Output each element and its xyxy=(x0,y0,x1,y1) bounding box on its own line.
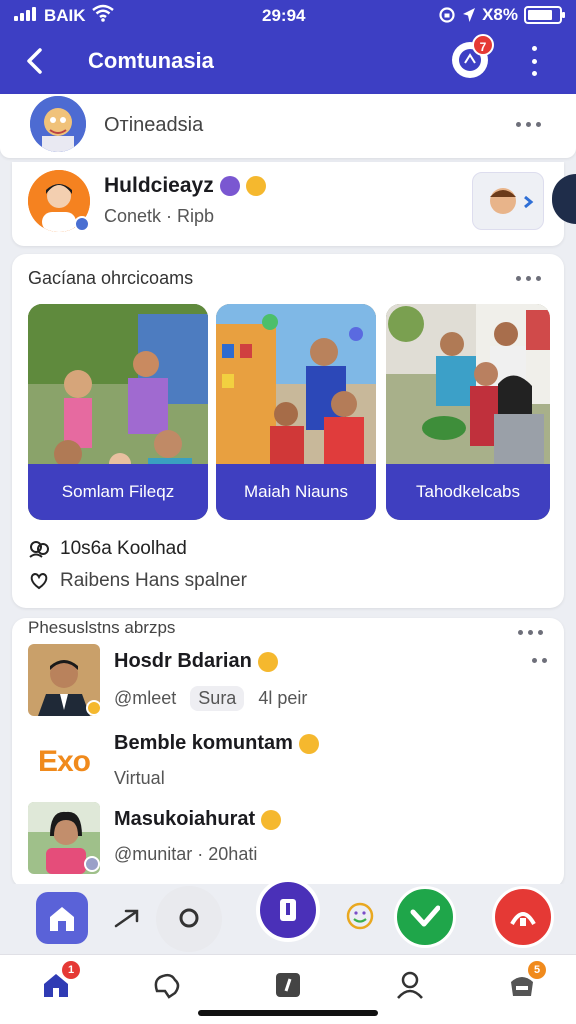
verified-icon xyxy=(86,700,102,716)
notification-badge: 7 xyxy=(472,34,494,56)
smirk-emoji-icon xyxy=(257,651,278,672)
person-extra: 4l peir xyxy=(258,688,308,708)
featured-meta-2: Raibens Hans spalner xyxy=(60,570,247,591)
profile-card[interactable]: Huldcieayz Conetk · Ripb xyxy=(12,162,564,246)
emoji-button[interactable] xyxy=(344,900,376,932)
brand-logo: Exo xyxy=(28,726,100,798)
chat-bubble-icon xyxy=(179,908,199,928)
page-title: Comtunasia xyxy=(88,48,214,73)
tab-profile[interactable] xyxy=(390,965,430,1005)
clock: 29:94 xyxy=(262,6,306,25)
battery-percent: X8% xyxy=(482,5,518,24)
person-add-icon xyxy=(280,899,296,921)
person-name-text: Masukoiahurat xyxy=(114,808,256,830)
featured-tile[interactable]: Tahodkelcabs xyxy=(386,304,550,520)
smirk-emoji-icon xyxy=(245,176,266,196)
more-menu-icon[interactable] xyxy=(522,46,546,76)
tab-store[interactable]: 5 xyxy=(502,961,546,1005)
smiley-icon xyxy=(346,902,374,930)
person-meta: @mleet Sura 4l peir xyxy=(114,686,307,711)
app-header: BAIK 29:94 X8% Comtunasia 7 xyxy=(0,0,576,94)
tab-community[interactable] xyxy=(146,965,186,1005)
list-item[interactable]: Exo Bemble komuntam Virtual xyxy=(28,726,548,798)
back-arrow-icon[interactable] xyxy=(20,44,50,78)
group-row[interactable]: Oтineadsia xyxy=(0,94,576,158)
house-icon xyxy=(50,907,74,931)
like-button[interactable] xyxy=(394,886,456,948)
group-outline-icon xyxy=(29,541,49,558)
tab-posts[interactable] xyxy=(268,965,308,1005)
status-bar: BAIK 29:94 X8% xyxy=(0,0,576,30)
home-indicator xyxy=(198,1010,378,1016)
person-handle: @mleet xyxy=(114,688,177,708)
person-handle: @munitar · 20hati xyxy=(114,844,258,864)
community-home-button[interactable] xyxy=(36,892,88,944)
group-avatar xyxy=(30,96,86,152)
bird-icon xyxy=(410,905,440,927)
verified-icon xyxy=(84,856,100,872)
person-name: Masukoiahurat xyxy=(114,808,282,831)
featured-tile[interactable]: Somlam Fileqz xyxy=(28,304,208,520)
profile-name-text: Huldcieayz xyxy=(104,174,214,197)
nav-bar: Comtunasia 7 xyxy=(0,34,576,84)
wifi-icon xyxy=(92,4,114,22)
live-button[interactable] xyxy=(492,886,554,948)
battery-icon xyxy=(524,6,565,24)
notifications-button[interactable]: 7 xyxy=(452,34,494,78)
featured-tile[interactable]: Maiah Niauns xyxy=(216,304,376,520)
create-button[interactable] xyxy=(256,878,320,942)
profile-name: Huldcieayz xyxy=(104,174,266,198)
person-handle: Virtual xyxy=(114,768,165,788)
featured-tile-label: Tahodkelcabs xyxy=(386,464,550,520)
group-name: Oтineadsia xyxy=(104,114,204,136)
smirk-emoji-icon xyxy=(298,733,319,754)
chat-button[interactable] xyxy=(156,886,222,952)
person-name: Bemble komuntam xyxy=(114,732,319,755)
featured-title: Gacíana ohrcicoams xyxy=(28,268,194,288)
featured-more-icon[interactable] xyxy=(516,276,541,281)
broadcast-icon xyxy=(510,912,536,926)
people-more-icon[interactable] xyxy=(518,630,543,635)
person-chip[interactable]: Sura xyxy=(190,686,245,711)
people-title: Phesuslstns abrzps xyxy=(28,618,176,637)
brand-logo-text: Exo xyxy=(37,745,91,778)
store-badge: 5 xyxy=(528,961,546,979)
smirk-emoji-icon xyxy=(261,809,282,830)
featured-meta-1: 10s6a Koolhad xyxy=(60,538,187,559)
person-meta: Virtual xyxy=(114,768,165,789)
person-meta: @munitar · 20hati xyxy=(114,844,257,865)
list-item[interactable]: Hosdr Bdarian @mleet Sura 4l peir xyxy=(28,644,548,716)
signal-icon xyxy=(14,7,36,21)
people-section: Phesuslstns abrzps Hosdr Bdarian @mleet … xyxy=(12,618,564,888)
verified-icon xyxy=(74,216,90,232)
group-more-icon[interactable] xyxy=(516,122,541,127)
share-arrow-icon[interactable] xyxy=(112,906,142,930)
featured-tile-label: Somlam Fileqz xyxy=(28,464,208,520)
home-badge: 1 xyxy=(62,961,80,979)
person-name-text: Hosdr Bdarian xyxy=(114,650,252,672)
featured-meta-members: 10s6a Koolhad xyxy=(28,538,187,560)
person-icon xyxy=(397,971,423,999)
heart-outline-icon xyxy=(30,572,48,590)
location-icon xyxy=(463,8,476,22)
featured-tile-label: Maiah Niauns xyxy=(216,464,376,520)
carrier-label: BAIK xyxy=(44,6,86,25)
rotation-lock-icon xyxy=(439,7,455,23)
list-item[interactable]: Masukoiahurat @munitar · 20hati xyxy=(28,802,548,874)
post-icon xyxy=(276,973,300,997)
person-name: Hosdr Bdarian xyxy=(114,650,278,673)
community-icon xyxy=(154,973,180,999)
purple-emoji-icon xyxy=(219,176,240,196)
person-name-text: Bemble komuntam xyxy=(114,732,293,754)
featured-meta-likes: Raibens Hans spalner xyxy=(28,570,247,592)
profile-subtitle: Conetk · Ripb xyxy=(104,206,215,226)
tab-home[interactable]: 1 xyxy=(36,961,80,1005)
profile-suggestion-thumb[interactable] xyxy=(472,172,544,230)
featured-section: Gacíana ohrcicoams Somlam Fileqz Maiah N… xyxy=(12,254,564,608)
action-dock xyxy=(0,878,576,954)
